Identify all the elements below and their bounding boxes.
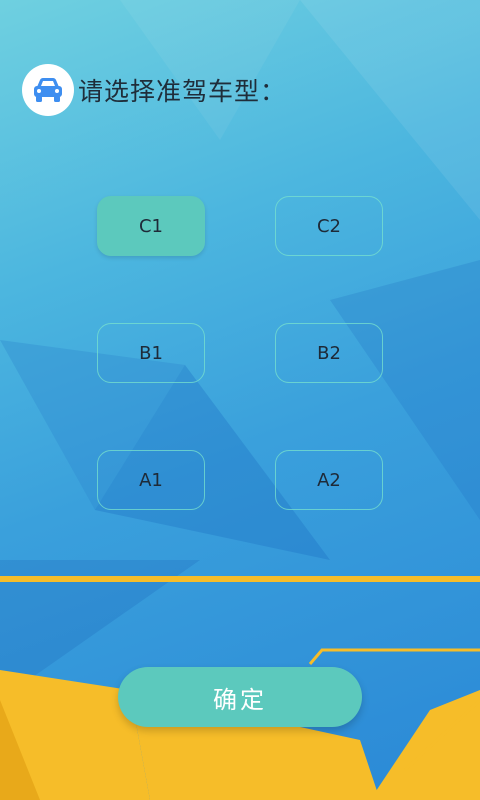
option-b1[interactable]: B1 <box>97 323 205 383</box>
option-b2[interactable]: B2 <box>275 323 383 383</box>
license-type-grid: C1 C2 B1 B2 A1 A2 <box>0 0 480 560</box>
option-a2[interactable]: A2 <box>275 450 383 510</box>
screen: 请选择准驾车型： C1 C2 B1 B2 A1 A2 确定 <box>0 0 480 800</box>
option-c2[interactable]: C2 <box>275 196 383 256</box>
confirm-button[interactable]: 确定 <box>118 667 362 727</box>
option-a1[interactable]: A1 <box>97 450 205 510</box>
option-c1[interactable]: C1 <box>97 196 205 256</box>
